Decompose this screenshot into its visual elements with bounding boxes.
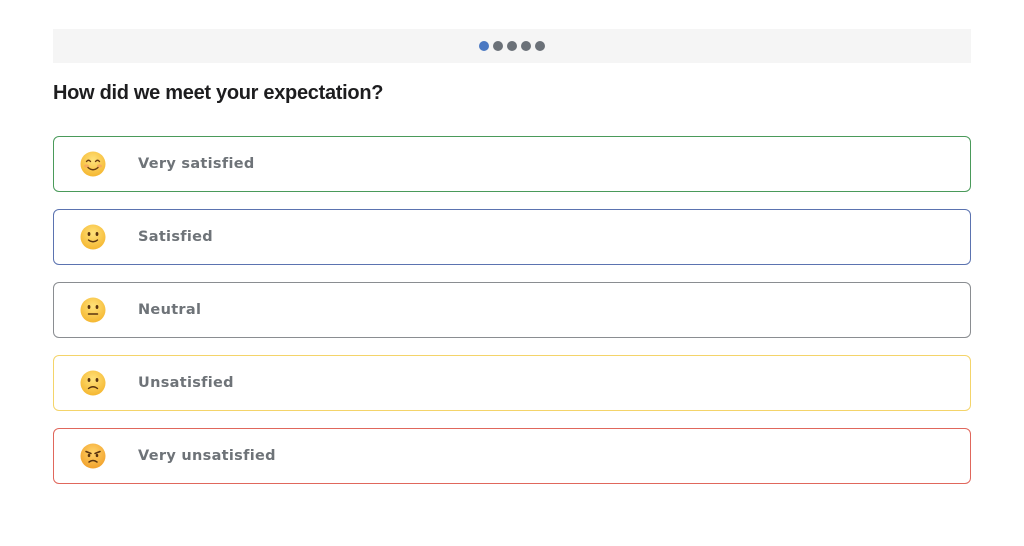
progress-dot <box>521 41 531 51</box>
progress-dot <box>493 41 503 51</box>
option-satisfied[interactable]: Satisfied <box>53 209 971 265</box>
option-label: Satisfied <box>138 229 213 245</box>
progress-indicator <box>53 29 971 63</box>
option-very-satisfied[interactable]: Very satisfied <box>53 136 971 192</box>
smiling-face-icon <box>80 151 106 177</box>
progress-dot <box>479 41 489 51</box>
progress-dot <box>507 41 517 51</box>
answer-options: Very satisfied Satisfied Neutral Unsatis… <box>53 136 971 484</box>
neutral-face-icon <box>80 297 106 323</box>
option-neutral[interactable]: Neutral <box>53 282 971 338</box>
option-label: Neutral <box>138 302 202 318</box>
angry-face-icon <box>80 443 106 469</box>
option-very-unsatisfied[interactable]: Very unsatisfied <box>53 428 971 484</box>
progress-dot <box>535 41 545 51</box>
option-label: Unsatisfied <box>138 375 234 391</box>
option-label: Very unsatisfied <box>138 448 276 464</box>
option-label: Very satisfied <box>138 156 255 172</box>
survey-container: How did we meet your expectation? Very s… <box>53 29 971 501</box>
slightly-smiling-face-icon <box>80 224 106 250</box>
question-title: How did we meet your expectation? <box>53 82 384 104</box>
slightly-frowning-face-icon <box>80 370 106 396</box>
option-unsatisfied[interactable]: Unsatisfied <box>53 355 971 411</box>
